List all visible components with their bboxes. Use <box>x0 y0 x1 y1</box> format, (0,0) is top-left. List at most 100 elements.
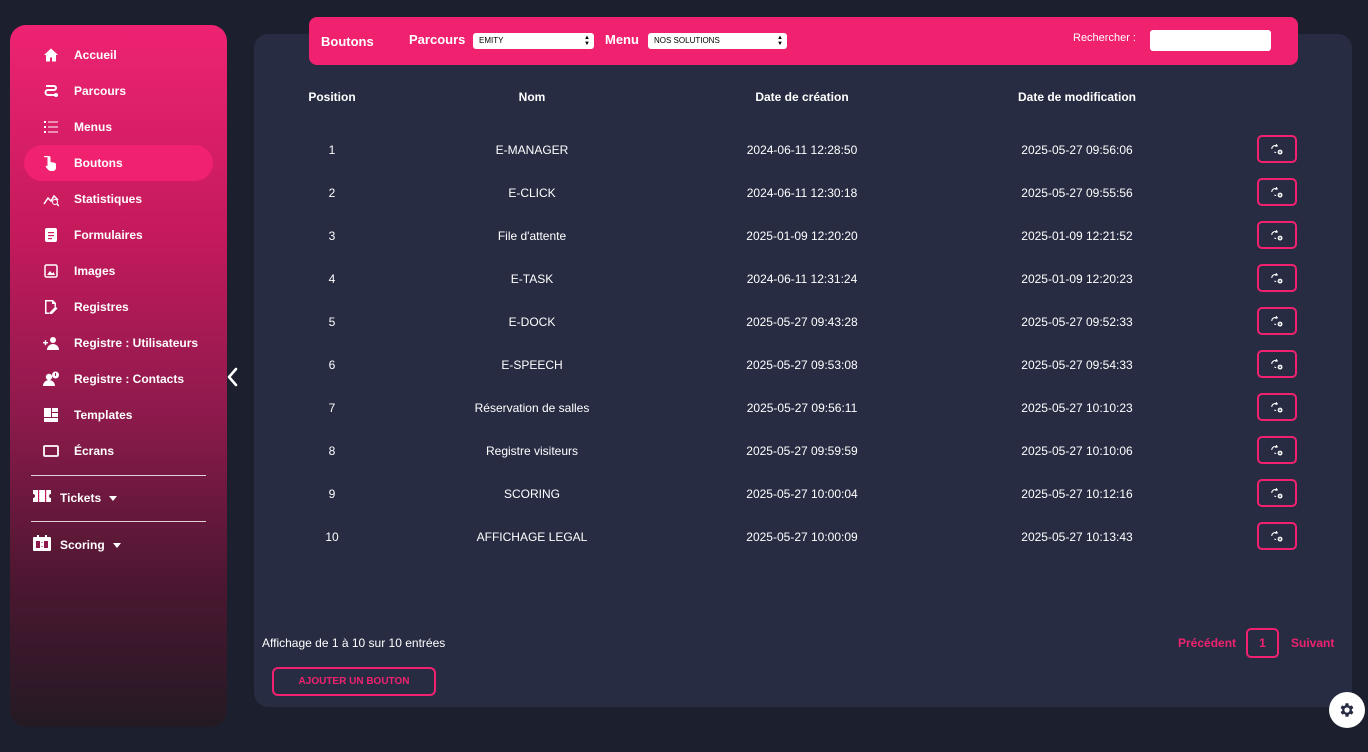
form-icon <box>42 226 60 244</box>
sidebar-item-menus[interactable]: Menus <box>24 109 213 145</box>
row-edit-button[interactable] <box>1257 135 1297 163</box>
route-icon <box>42 82 60 100</box>
edit-document-icon <box>42 298 60 316</box>
pointer-hand-icon <box>42 154 60 172</box>
row-edit-button[interactable] <box>1257 436 1297 464</box>
cell-position: 6 <box>328 358 336 372</box>
sidebar-item-label: Images <box>74 264 116 278</box>
sidebar-item-images[interactable]: Images <box>24 253 213 289</box>
row-edit-button[interactable] <box>1257 178 1297 206</box>
edit-settings-icon <box>1270 271 1284 285</box>
sidebar-item-registres[interactable]: Registres <box>24 289 213 325</box>
menu-select-value: NOS SOLUTIONS <box>654 36 720 45</box>
table-info: Affichage de 1 à 10 sur 10 entrées <box>262 636 446 650</box>
settings-button[interactable] <box>1329 692 1365 728</box>
cell-modified: 2025-05-27 10:10:23 <box>1021 401 1133 415</box>
edit-settings-icon <box>1270 486 1284 500</box>
sidebar-item-boutons[interactable]: Boutons <box>24 145 213 181</box>
image-icon <box>42 262 60 280</box>
cell-position: 10 <box>325 530 339 544</box>
column-header-position[interactable]: Position <box>302 90 362 104</box>
sidebar: Accueil Parcours Menus Boutons Statistiques F… <box>10 25 227 727</box>
cell-modified: 2025-05-27 09:54:33 <box>1021 358 1133 372</box>
cell-created: 2025-05-27 09:43:28 <box>746 315 858 329</box>
sidebar-item-écrans[interactable]: Écrans <box>24 433 213 469</box>
cell-modified: 2025-05-27 10:10:06 <box>1021 444 1133 458</box>
select-arrows-icon: ▲ ▼ <box>584 35 590 47</box>
sidebar-group-scoring[interactable]: Scoring <box>32 533 121 557</box>
select-arrows-icon: ▲ ▼ <box>777 35 783 47</box>
menu-select[interactable]: NOS SOLUTIONS ▲ ▼ <box>648 33 787 49</box>
parcours-select-value: EMITY <box>479 36 504 45</box>
parcours-label: Parcours <box>409 32 466 47</box>
sidebar-divider <box>31 521 206 522</box>
cell-modified: 2025-01-09 12:21:52 <box>1021 229 1133 243</box>
row-edit-button[interactable] <box>1257 479 1297 507</box>
sidebar-item-label: Accueil <box>74 48 117 62</box>
sidebar-item-formulaires[interactable]: Formulaires <box>24 217 213 253</box>
cell-position: 7 <box>328 401 336 415</box>
cell-position: 8 <box>328 444 336 458</box>
search-label: Rechercher : <box>1073 32 1136 44</box>
sidebar-item-label: Statistiques <box>74 192 143 206</box>
sidebar-item-registre-contacts[interactable]: Registre : Contacts <box>24 361 213 397</box>
cell-position: 3 <box>328 229 336 243</box>
sidebar-item-label: Registre : Contacts <box>74 372 185 386</box>
row-edit-button[interactable] <box>1257 221 1297 249</box>
row-edit-button[interactable] <box>1257 264 1297 292</box>
edit-settings-icon <box>1270 529 1284 543</box>
cell-modified: 2025-05-27 10:12:16 <box>1021 487 1133 501</box>
row-edit-button[interactable] <box>1257 522 1297 550</box>
sidebar-item-parcours[interactable]: Parcours <box>24 73 213 109</box>
cell-nom: E-MANAGER <box>495 143 569 157</box>
menu-label: Menu <box>605 32 639 47</box>
edit-settings-icon <box>1270 400 1284 414</box>
parcours-select[interactable]: EMITY ▲ ▼ <box>473 33 594 49</box>
row-edit-button[interactable] <box>1257 393 1297 421</box>
sidebar-item-statistiques[interactable]: Statistiques <box>24 181 213 217</box>
gear-icon <box>1340 703 1354 717</box>
cell-nom: E-SPEECH <box>501 358 563 372</box>
sidebar-group-label: Scoring <box>60 538 105 552</box>
sidebar-item-accueil[interactable]: Accueil <box>24 37 213 73</box>
cell-position: 2 <box>328 186 336 200</box>
collapse-sidebar-button[interactable] <box>226 366 240 388</box>
cell-nom: E-DOCK <box>508 315 556 329</box>
cell-modified: 2025-05-27 09:56:06 <box>1021 143 1133 157</box>
pagination-previous[interactable]: Précédent <box>1178 636 1236 650</box>
sidebar-divider <box>31 475 206 476</box>
toolbar: Boutons Parcours EMITY ▲ ▼ Menu NOS SOLUT… <box>309 17 1298 65</box>
cell-modified: 2025-05-27 10:13:43 <box>1021 530 1133 544</box>
sidebar-item-label: Registres <box>74 300 129 314</box>
column-header-nom[interactable]: Nom <box>432 90 632 104</box>
cell-nom: E-CLICK <box>508 186 556 200</box>
cell-nom: SCORING <box>503 487 560 501</box>
row-edit-button[interactable] <box>1257 350 1297 378</box>
user-info-icon <box>42 370 60 388</box>
add-button[interactable]: AJOUTER UN BOUTON <box>272 667 436 696</box>
sidebar-group-label: Tickets <box>60 491 102 505</box>
templates-icon <box>42 406 60 424</box>
cell-modified: 2025-05-27 09:55:56 <box>1021 186 1133 200</box>
sidebar-item-label: Boutons <box>74 156 123 170</box>
column-header-modified[interactable]: Date de modification <box>987 90 1167 104</box>
cell-created: 2025-05-27 09:53:08 <box>746 358 858 372</box>
cell-created: 2024-06-11 12:31:24 <box>746 272 858 286</box>
cell-created: 2024-06-11 12:30:18 <box>746 186 858 200</box>
search-input[interactable] <box>1150 30 1271 51</box>
pagination-page[interactable]: 1 <box>1246 628 1279 658</box>
sidebar-group-tickets[interactable]: Tickets <box>32 486 118 510</box>
cell-created: 2025-01-09 12:20:20 <box>746 229 858 243</box>
edit-settings-icon <box>1270 228 1284 242</box>
ticket-icon <box>32 487 52 510</box>
row-edit-button[interactable] <box>1257 307 1297 335</box>
cell-position: 5 <box>328 315 336 329</box>
chevron-left-icon <box>227 367 238 387</box>
cell-nom: AFFICHAGE LEGAL <box>476 530 588 544</box>
sidebar-item-registre-utilisateurs[interactable]: Registre : Utilisateurs <box>24 325 213 361</box>
sidebar-item-templates[interactable]: Templates <box>24 397 213 433</box>
cell-created: 2025-05-27 10:00:04 <box>746 487 858 501</box>
pagination-next[interactable]: Suivant <box>1291 636 1334 650</box>
chart-line-icon <box>42 190 60 208</box>
column-header-created[interactable]: Date de création <box>712 90 892 104</box>
